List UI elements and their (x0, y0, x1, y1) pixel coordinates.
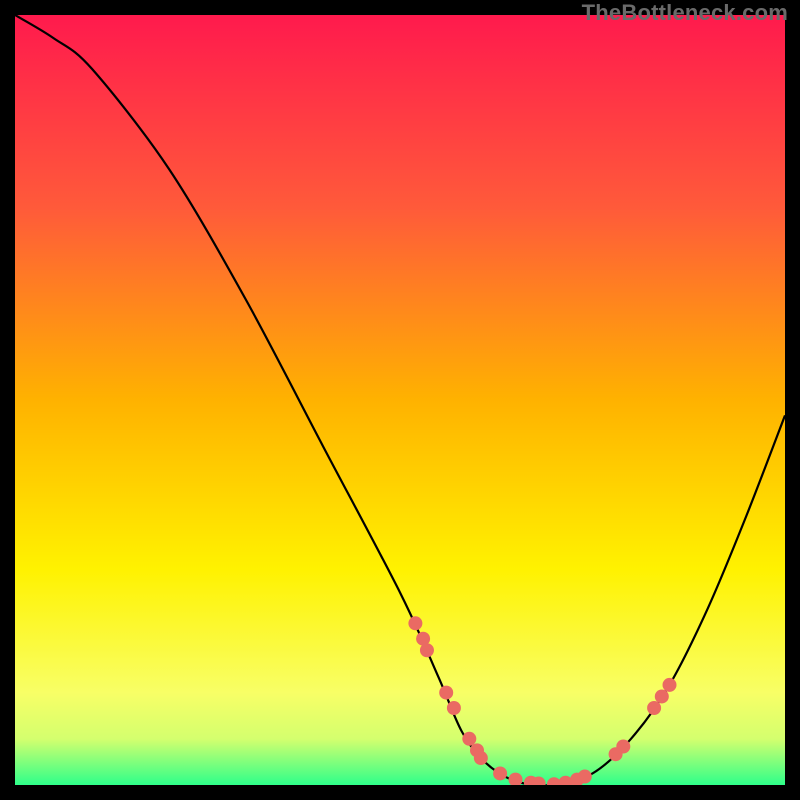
data-marker (616, 740, 630, 754)
data-marker (408, 616, 422, 630)
bottleneck-curve-chart (15, 15, 785, 785)
data-marker (663, 678, 677, 692)
data-marker (474, 751, 488, 765)
data-marker (462, 732, 476, 746)
chart-frame: TheBottleneck.com (0, 0, 800, 800)
data-marker (655, 689, 669, 703)
watermark-text: TheBottleneck.com (582, 0, 788, 26)
data-marker (493, 766, 507, 780)
data-marker (578, 770, 592, 784)
plot-area (15, 15, 785, 785)
data-marker (647, 701, 661, 715)
data-marker (439, 686, 453, 700)
data-marker (420, 643, 434, 657)
data-marker (447, 701, 461, 715)
gradient-background (15, 15, 785, 785)
